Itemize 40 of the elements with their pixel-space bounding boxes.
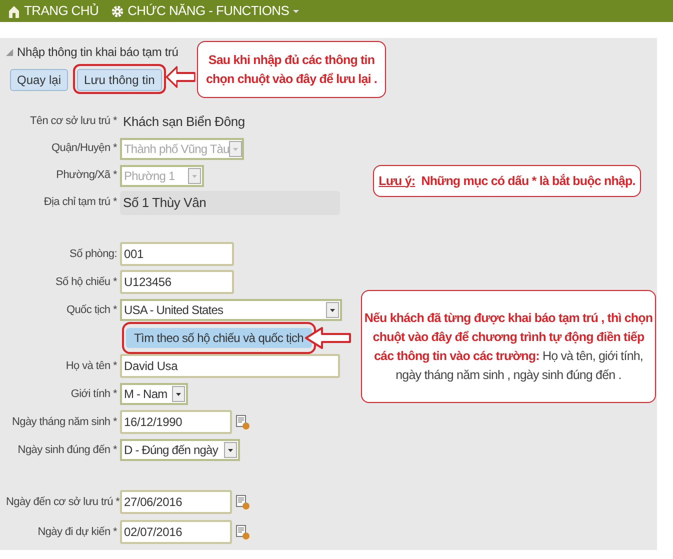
dropdown[interactable]: USA - United States (120, 299, 342, 321)
field-label: Quốc tịch * (65, 302, 118, 318)
field-label: Địa chỉ tạm trú * (42, 195, 118, 210)
field-label: Giới tính * (70, 386, 118, 402)
input-field[interactable]: 16/12/1990 (120, 410, 232, 434)
panel-title: Nhập thông tin khai báo tạm trú (17, 44, 178, 61)
field-label: Số phòng: (68, 246, 118, 262)
field-label: Quận/Huyện * (50, 141, 118, 156)
field-label: Họ và tên * (64, 358, 118, 374)
button[interactable]: Quay lại (10, 69, 68, 91)
field-label: Ngày đi dự kiến * (36, 524, 118, 540)
callout-text: chuột vào đây để chương trình tự động điền tiếp (372, 328, 644, 346)
field-label: Ngày tháng năm sinh * (11, 414, 118, 430)
field-label: Tên cơ sở lưu trú * (28, 114, 118, 130)
button[interactable]: Lưu thông tin (77, 69, 162, 91)
field-label: Ngày đến cơ sở lưu trú * (6, 494, 120, 510)
input-field[interactable]: 02/07/2016 (120, 520, 232, 544)
callout-text: Nếu khách đã từng được khai báo tạm trú , thì chọn (364, 310, 653, 327)
input-field[interactable]: 001 (120, 242, 234, 266)
callout-text: ngày tháng năm sinh , ngày sinh đúng đến . (396, 366, 622, 384)
nav-link[interactable]: CHỨC NĂNG - FUNCTIONS (110, 1, 300, 21)
input-field: Số 1 Thùy Vân (120, 190, 340, 214)
input-field[interactable]: U123456 (120, 270, 234, 294)
field-label: Ngày sinh đúng đến * (16, 442, 118, 458)
dropdown: Thành phố Vũng Tàu (120, 138, 244, 160)
dropdown[interactable]: D - Đúng đến ngày (120, 439, 240, 461)
callout-text: chọn chuột vào đây để lưu lại . (206, 70, 377, 88)
callout-text: Những mục có dấu * là bắt buộc nhập. (421, 172, 636, 190)
dropdown: Phường 1 (120, 164, 204, 186)
callout-text: các thông tin vào các trường: Họ và tên, giới tính, (374, 348, 643, 365)
input-field[interactable]: David Usa (120, 354, 340, 378)
field-value: Khách sạn Biển Đông (122, 112, 245, 131)
field-label: Phường/Xã * (55, 168, 118, 184)
field-label: Số hộ chiếu * (54, 274, 118, 290)
search-button[interactable]: Tìm theo số hộ chiếu và quốc tịch (126, 328, 312, 348)
dropdown[interactable]: M - Nam (120, 383, 188, 405)
callout-text: Sau khi nhập đủ các thông tin (208, 52, 375, 69)
nav-link[interactable]: TRANG CHỦ (8, 1, 99, 21)
input-field[interactable]: 27/06/2016 (120, 490, 232, 514)
note-label: Lưu ý: (378, 172, 416, 190)
